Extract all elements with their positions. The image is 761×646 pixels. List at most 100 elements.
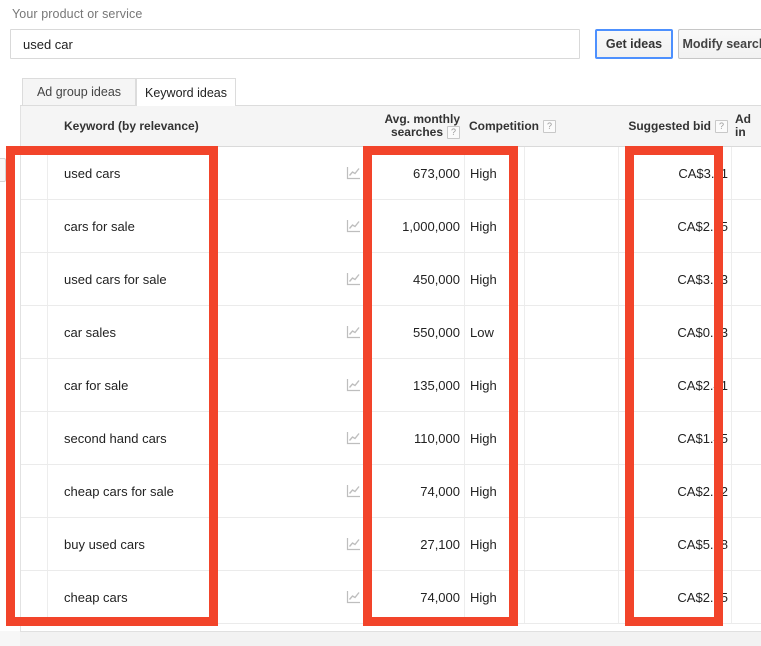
competition-text: High	[470, 589, 497, 605]
tab-ad-group-ideas-label: Ad group ideas	[36, 85, 122, 99]
table-row[interactable]: buy used cars 27,100 High CA$5.08	[21, 518, 761, 571]
header-ad-impression-share[interactable]: Ad in	[731, 106, 761, 146]
cell-ad-impression-share	[731, 518, 761, 570]
table-row[interactable]: used cars 673,000 High CA$3.11	[21, 147, 761, 200]
header-keyword[interactable]: Keyword (by relevance)	[48, 106, 335, 146]
cell-keyword: cheap cars	[48, 571, 335, 623]
searches-text: 550,000	[413, 324, 460, 340]
cell-trend-graph[interactable]	[335, 465, 371, 517]
table-row[interactable]: car for sale 135,000 High CA$2.41	[21, 359, 761, 412]
tab-bar: Ad group ideas Keyword ideas Columns D	[0, 78, 761, 182]
keyword-ideas-table: Keyword (by relevance) Avg. monthly sear…	[20, 106, 761, 631]
keyword-trend-icon[interactable]	[346, 272, 361, 286]
cell-competition-spacer	[524, 412, 618, 464]
cell-competition-spacer	[524, 465, 618, 517]
row-select-checkbox[interactable]	[21, 571, 48, 623]
cell-suggested-bid: CA$2.15	[618, 571, 731, 623]
row-select-checkbox[interactable]	[21, 147, 48, 199]
cell-trend-graph[interactable]	[335, 306, 371, 358]
row-select-checkbox[interactable]	[21, 465, 48, 517]
help-icon-searches[interactable]: ?	[447, 126, 460, 139]
keyword-trend-icon[interactable]	[346, 431, 361, 445]
keyword-text: used cars for sale	[64, 271, 167, 287]
cell-avg-monthly-searches: 27,100	[371, 518, 464, 570]
cell-trend-graph[interactable]	[335, 518, 371, 570]
cell-trend-graph[interactable]	[335, 200, 371, 252]
cell-suggested-bid: CA$3.73	[618, 253, 731, 305]
bid-text: CA$0.23	[677, 324, 728, 340]
cell-avg-monthly-searches: 110,000	[371, 412, 464, 464]
bid-text: CA$1.45	[677, 430, 728, 446]
table-row[interactable]: second hand cars 110,000 High CA$1.45	[21, 412, 761, 465]
cell-competition-spacer	[524, 359, 618, 411]
keyword-trend-icon[interactable]	[346, 166, 361, 180]
cell-trend-graph[interactable]	[335, 412, 371, 464]
cell-keyword: cheap cars for sale	[48, 465, 335, 517]
collapse-sidebar-button[interactable]	[0, 158, 6, 182]
table-row[interactable]: used cars for sale 450,000 High CA$3.73	[21, 253, 761, 306]
cell-suggested-bid: CA$2.62	[618, 465, 731, 517]
cell-suggested-bid: CA$2.25	[618, 200, 731, 252]
header-select-all[interactable]	[21, 106, 48, 146]
searches-text: 1,000,000	[402, 218, 460, 234]
row-select-checkbox[interactable]	[21, 359, 48, 411]
tab-keyword-ideas[interactable]: Keyword ideas	[136, 78, 236, 106]
row-select-checkbox[interactable]	[21, 200, 48, 252]
cell-competition-spacer	[524, 518, 618, 570]
table-footer-gutter	[0, 631, 20, 646]
table-row[interactable]: cars for sale 1,000,000 High CA$2.25	[21, 200, 761, 253]
keyword-trend-icon[interactable]	[346, 378, 361, 392]
cell-avg-monthly-searches: 450,000	[371, 253, 464, 305]
row-select-checkbox[interactable]	[21, 412, 48, 464]
cell-suggested-bid: CA$0.23	[618, 306, 731, 358]
modify-search-button[interactable]: Modify search	[678, 29, 761, 59]
cell-competition-spacer	[524, 200, 618, 252]
searches-text: 74,000	[420, 589, 460, 605]
table-row[interactable]: cheap cars 74,000 High CA$2.15	[21, 571, 761, 624]
product-or-service-input[interactable]	[10, 29, 580, 59]
cell-trend-graph[interactable]	[335, 571, 371, 623]
cell-keyword: used cars for sale	[48, 253, 335, 305]
search-area: Your product or service Get ideas Modify…	[0, 0, 761, 72]
searches-text: 74,000	[420, 483, 460, 499]
keyword-trend-icon[interactable]	[346, 219, 361, 233]
get-ideas-label: Get ideas	[605, 37, 663, 51]
get-ideas-button[interactable]: Get ideas	[595, 29, 673, 59]
bid-text: CA$5.08	[677, 536, 728, 552]
cell-trend-graph[interactable]	[335, 359, 371, 411]
header-ad-impression-label: Ad in	[735, 112, 751, 139]
table-row[interactable]: cheap cars for sale 74,000 High CA$2.62	[21, 465, 761, 518]
cell-avg-monthly-searches: 673,000	[371, 147, 464, 199]
cell-avg-monthly-searches: 74,000	[371, 571, 464, 623]
header-suggested-bid[interactable]: Suggested bid?	[618, 106, 731, 146]
keyword-text: cheap cars	[64, 589, 128, 605]
keyword-trend-icon[interactable]	[346, 537, 361, 551]
cell-ad-impression-share	[731, 465, 761, 517]
tab-ad-group-ideas[interactable]: Ad group ideas	[22, 78, 136, 105]
competition-text: Low	[470, 324, 494, 340]
keyword-text: second hand cars	[64, 430, 167, 446]
header-bid-text: Suggested bid?	[628, 119, 728, 133]
help-icon-bid[interactable]: ?	[715, 119, 728, 133]
row-select-checkbox[interactable]	[21, 253, 48, 305]
cell-keyword: used cars	[48, 147, 335, 199]
help-icon-competition[interactable]: ?	[543, 119, 556, 133]
searches-text: 450,000	[413, 271, 460, 287]
cell-keyword: car for sale	[48, 359, 335, 411]
searches-text: 27,100	[420, 536, 460, 552]
table-row[interactable]: car sales 550,000 Low CA$0.23	[21, 306, 761, 359]
cell-suggested-bid: CA$2.41	[618, 359, 731, 411]
row-select-checkbox[interactable]	[21, 518, 48, 570]
cell-competition: High	[464, 518, 524, 570]
cell-competition-spacer	[524, 147, 618, 199]
cell-trend-graph[interactable]	[335, 147, 371, 199]
row-select-checkbox[interactable]	[21, 306, 48, 358]
header-competition[interactable]: Competition?	[464, 106, 567, 146]
keyword-trend-icon[interactable]	[346, 325, 361, 339]
cell-trend-graph[interactable]	[335, 253, 371, 305]
header-avg-monthly-searches[interactable]: Avg. monthly searches?	[371, 106, 464, 146]
keyword-trend-icon[interactable]	[346, 484, 361, 498]
keyword-text: car for sale	[64, 377, 129, 393]
cell-ad-impression-share	[731, 147, 761, 199]
keyword-trend-icon[interactable]	[346, 590, 361, 604]
